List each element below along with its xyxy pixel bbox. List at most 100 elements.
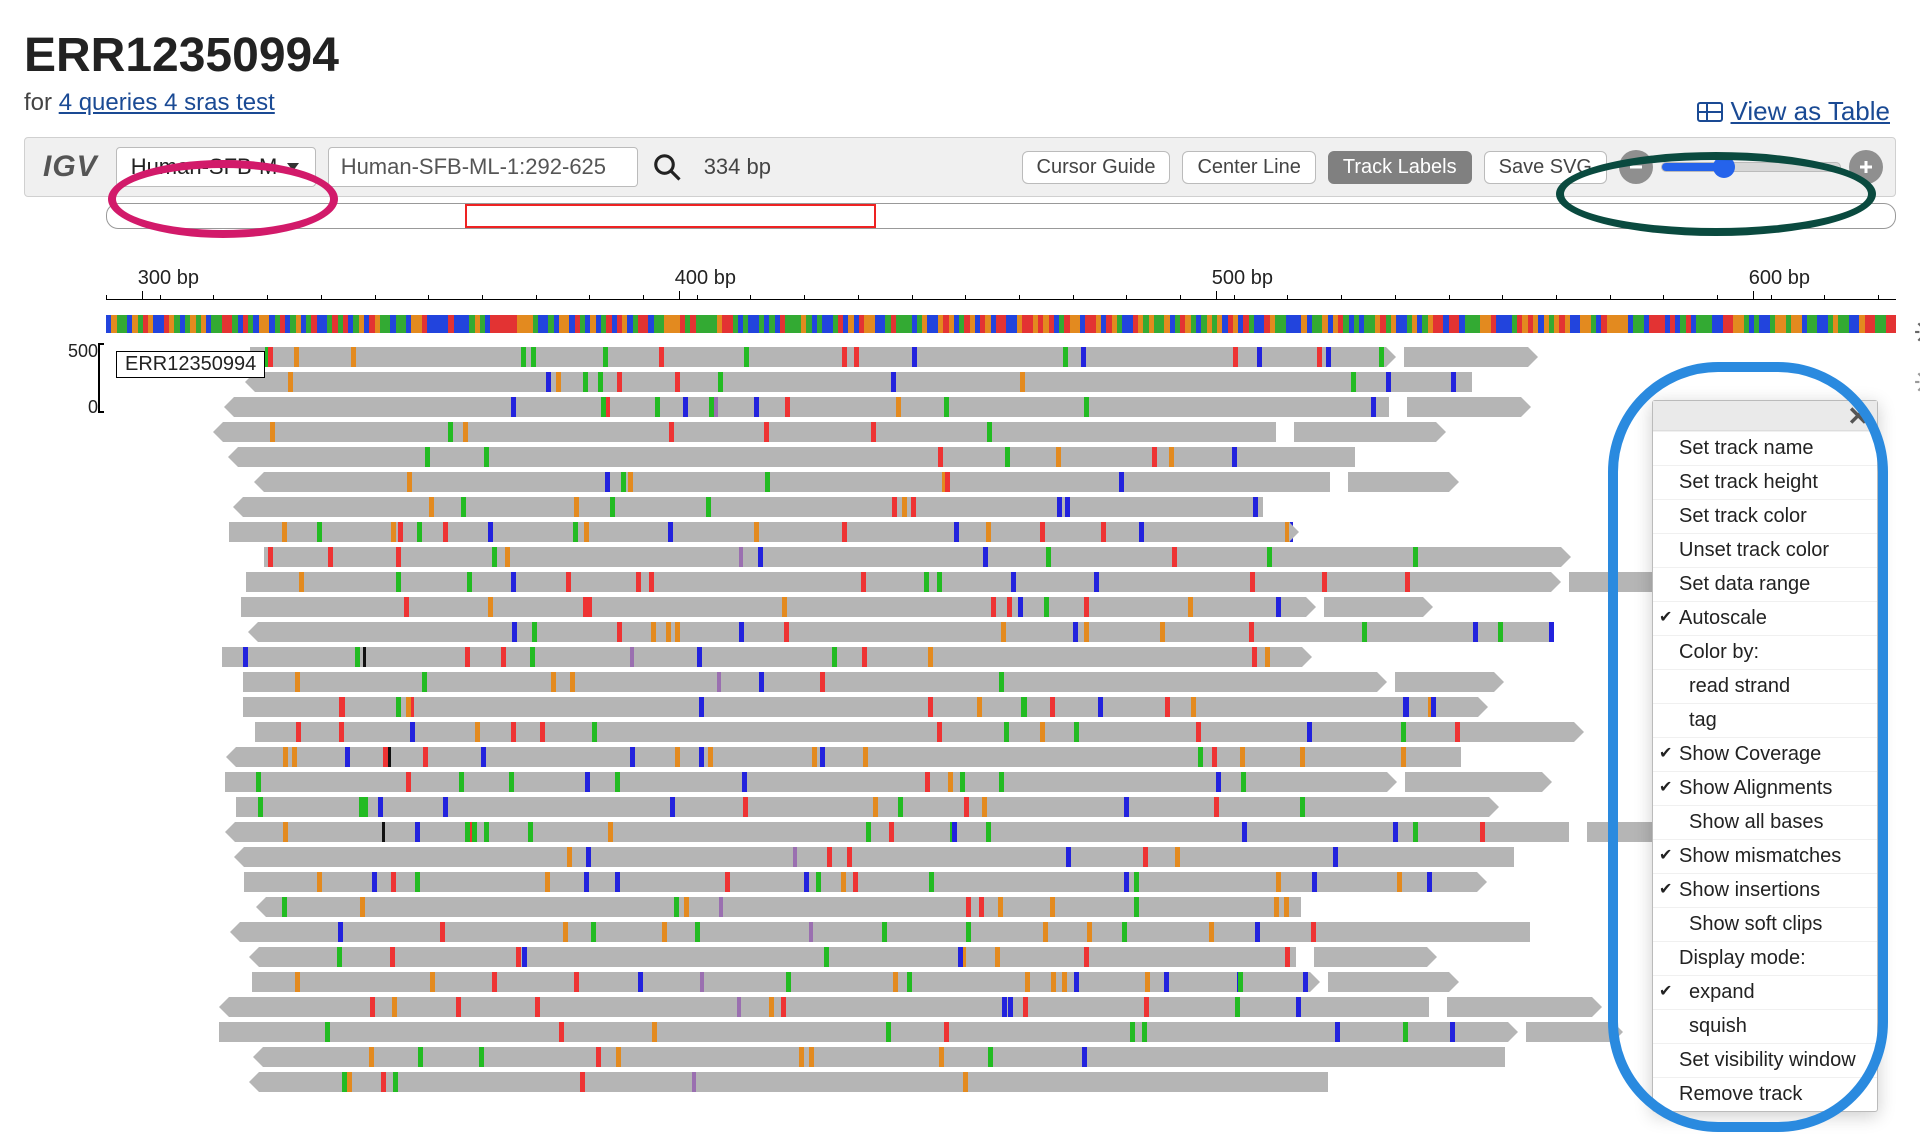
context-menu-item[interactable]: Set visibility window — [1653, 1043, 1877, 1077]
aligned-read[interactable] — [225, 772, 1387, 792]
ruler-tick — [1753, 291, 1754, 299]
read-row — [106, 947, 1896, 969]
alignment-settings-button[interactable] — [1914, 369, 1920, 395]
context-menu-item[interactable]: Autoscale — [1653, 601, 1877, 635]
aligned-read[interactable] — [255, 722, 1574, 742]
context-menu-item[interactable]: Set track color — [1653, 499, 1877, 533]
context-menu-item[interactable]: Show mismatches — [1653, 839, 1877, 873]
context-menu-item[interactable]: Show soft clips — [1653, 907, 1877, 941]
aligned-read[interactable] — [241, 597, 1306, 617]
context-menu-item[interactable]: Set data range — [1653, 567, 1877, 601]
alignment-track-label[interactable]: ERR12350994 — [116, 351, 265, 378]
page-title: ERR12350994 — [24, 28, 1896, 83]
context-menu-item[interactable]: Display mode: — [1653, 941, 1877, 975]
ruler-tick — [679, 291, 680, 299]
aligned-read[interactable] — [255, 372, 1472, 392]
aligned-read[interactable] — [243, 497, 1263, 517]
aligned-read[interactable] — [1405, 772, 1543, 792]
page-subtitle: for 4 queries 4 sras test — [24, 89, 1896, 117]
aligned-read[interactable] — [1407, 397, 1521, 417]
read-row — [106, 797, 1896, 819]
context-menu-item[interactable]: Set track height — [1653, 465, 1877, 499]
locus-input[interactable]: Human-SFB-ML-1:292-625 — [328, 147, 638, 187]
aligned-read[interactable] — [252, 972, 1310, 992]
context-menu-item[interactable]: squish — [1653, 1009, 1877, 1043]
minus-icon — [1627, 158, 1645, 176]
reference-settings-button[interactable] — [1914, 319, 1920, 345]
subtitle-prefix: for — [24, 89, 59, 116]
aligned-read[interactable] — [235, 822, 1569, 842]
zoom-slider[interactable] — [1661, 162, 1841, 172]
read-row — [106, 1047, 1896, 1069]
aligned-read[interactable] — [244, 847, 1514, 867]
aligned-read[interactable] — [240, 922, 1530, 942]
aligned-read[interactable] — [229, 997, 1429, 1017]
aligned-read[interactable] — [238, 447, 1355, 467]
reference-select[interactable]: Human-SFB-M — [116, 147, 316, 187]
aligned-read[interactable] — [1404, 347, 1528, 367]
aligned-read[interactable] — [219, 1022, 1509, 1042]
aligned-read[interactable] — [1294, 422, 1436, 442]
aligned-read[interactable] — [234, 397, 1389, 417]
aligned-read[interactable] — [1328, 972, 1449, 992]
context-menu-item[interactable]: Remove track — [1653, 1077, 1877, 1111]
search-icon — [652, 152, 682, 182]
aligned-read[interactable] — [1314, 947, 1428, 967]
aligned-read[interactable] — [229, 522, 1290, 542]
zoom-in-button[interactable] — [1849, 150, 1883, 184]
context-menu-item[interactable]: Show Alignments — [1653, 771, 1877, 805]
aligned-read[interactable] — [243, 697, 1478, 717]
context-menu-item[interactable]: read strand — [1653, 669, 1877, 703]
aligned-read[interactable] — [264, 472, 1330, 492]
aligned-read[interactable] — [243, 672, 1378, 692]
aligned-read[interactable] — [236, 797, 1489, 817]
save-svg-button[interactable]: Save SVG — [1484, 151, 1607, 184]
read-row — [106, 472, 1896, 494]
read-row — [106, 422, 1896, 444]
context-menu-item[interactable]: Set track name — [1653, 431, 1877, 465]
aligned-read[interactable] — [259, 1072, 1328, 1092]
context-menu-item[interactable]: tag — [1653, 703, 1877, 737]
aligned-read[interactable] — [223, 422, 1276, 442]
zoom-out-button[interactable] — [1619, 150, 1653, 184]
aligned-read[interactable] — [1348, 472, 1449, 492]
read-row — [106, 972, 1896, 994]
aligned-read[interactable] — [1526, 1022, 1613, 1042]
cursor-guide-button[interactable]: Cursor Guide — [1022, 151, 1171, 184]
context-menu-item[interactable]: Color by: — [1653, 635, 1877, 669]
overview-window[interactable] — [465, 204, 876, 228]
aligned-read[interactable] — [266, 897, 1301, 917]
subtitle-link[interactable]: 4 queries 4 sras test — [59, 89, 275, 116]
view-as-table-link[interactable]: View as Table — [1697, 96, 1890, 127]
aligned-read[interactable] — [263, 1047, 1504, 1067]
aligned-read[interactable] — [250, 347, 1386, 367]
context-menu-item[interactable]: Show Coverage — [1653, 737, 1877, 771]
read-row — [106, 822, 1896, 844]
alignment-reads[interactable] — [106, 347, 1896, 1094]
aligned-read[interactable] — [258, 622, 1553, 642]
context-menu-item[interactable]: expand — [1653, 975, 1877, 1009]
track-labels-button[interactable]: Track Labels — [1328, 151, 1472, 184]
aligned-read[interactable] — [1324, 597, 1423, 617]
context-menu-item[interactable]: Show insertions — [1653, 873, 1877, 907]
reference-sequence-bar — [106, 315, 1896, 333]
coverage-max: 500 — [68, 341, 98, 362]
context-menu-item[interactable]: Unset track color — [1653, 533, 1877, 567]
context-menu-item[interactable]: Show all bases — [1653, 805, 1877, 839]
read-row — [106, 1072, 1896, 1094]
aligned-read[interactable] — [244, 872, 1477, 892]
search-button[interactable] — [650, 150, 684, 184]
center-line-button[interactable]: Center Line — [1182, 151, 1315, 184]
zoom-slider-knob[interactable] — [1713, 156, 1735, 178]
aligned-read[interactable] — [1395, 672, 1494, 692]
aligned-read[interactable] — [236, 747, 1460, 767]
aligned-read[interactable] — [259, 947, 1296, 967]
aligned-read[interactable] — [222, 647, 1302, 667]
genomic-ruler: 300 bp400 bp500 bp600 bp — [106, 269, 1896, 309]
aligned-read[interactable] — [246, 572, 1551, 592]
aligned-read[interactable] — [264, 547, 1561, 567]
ruler-tick — [1216, 291, 1217, 299]
chromosome-overview[interactable] — [106, 203, 1896, 229]
close-icon[interactable]: ✕ — [1847, 403, 1869, 429]
aligned-read[interactable] — [1447, 997, 1592, 1017]
